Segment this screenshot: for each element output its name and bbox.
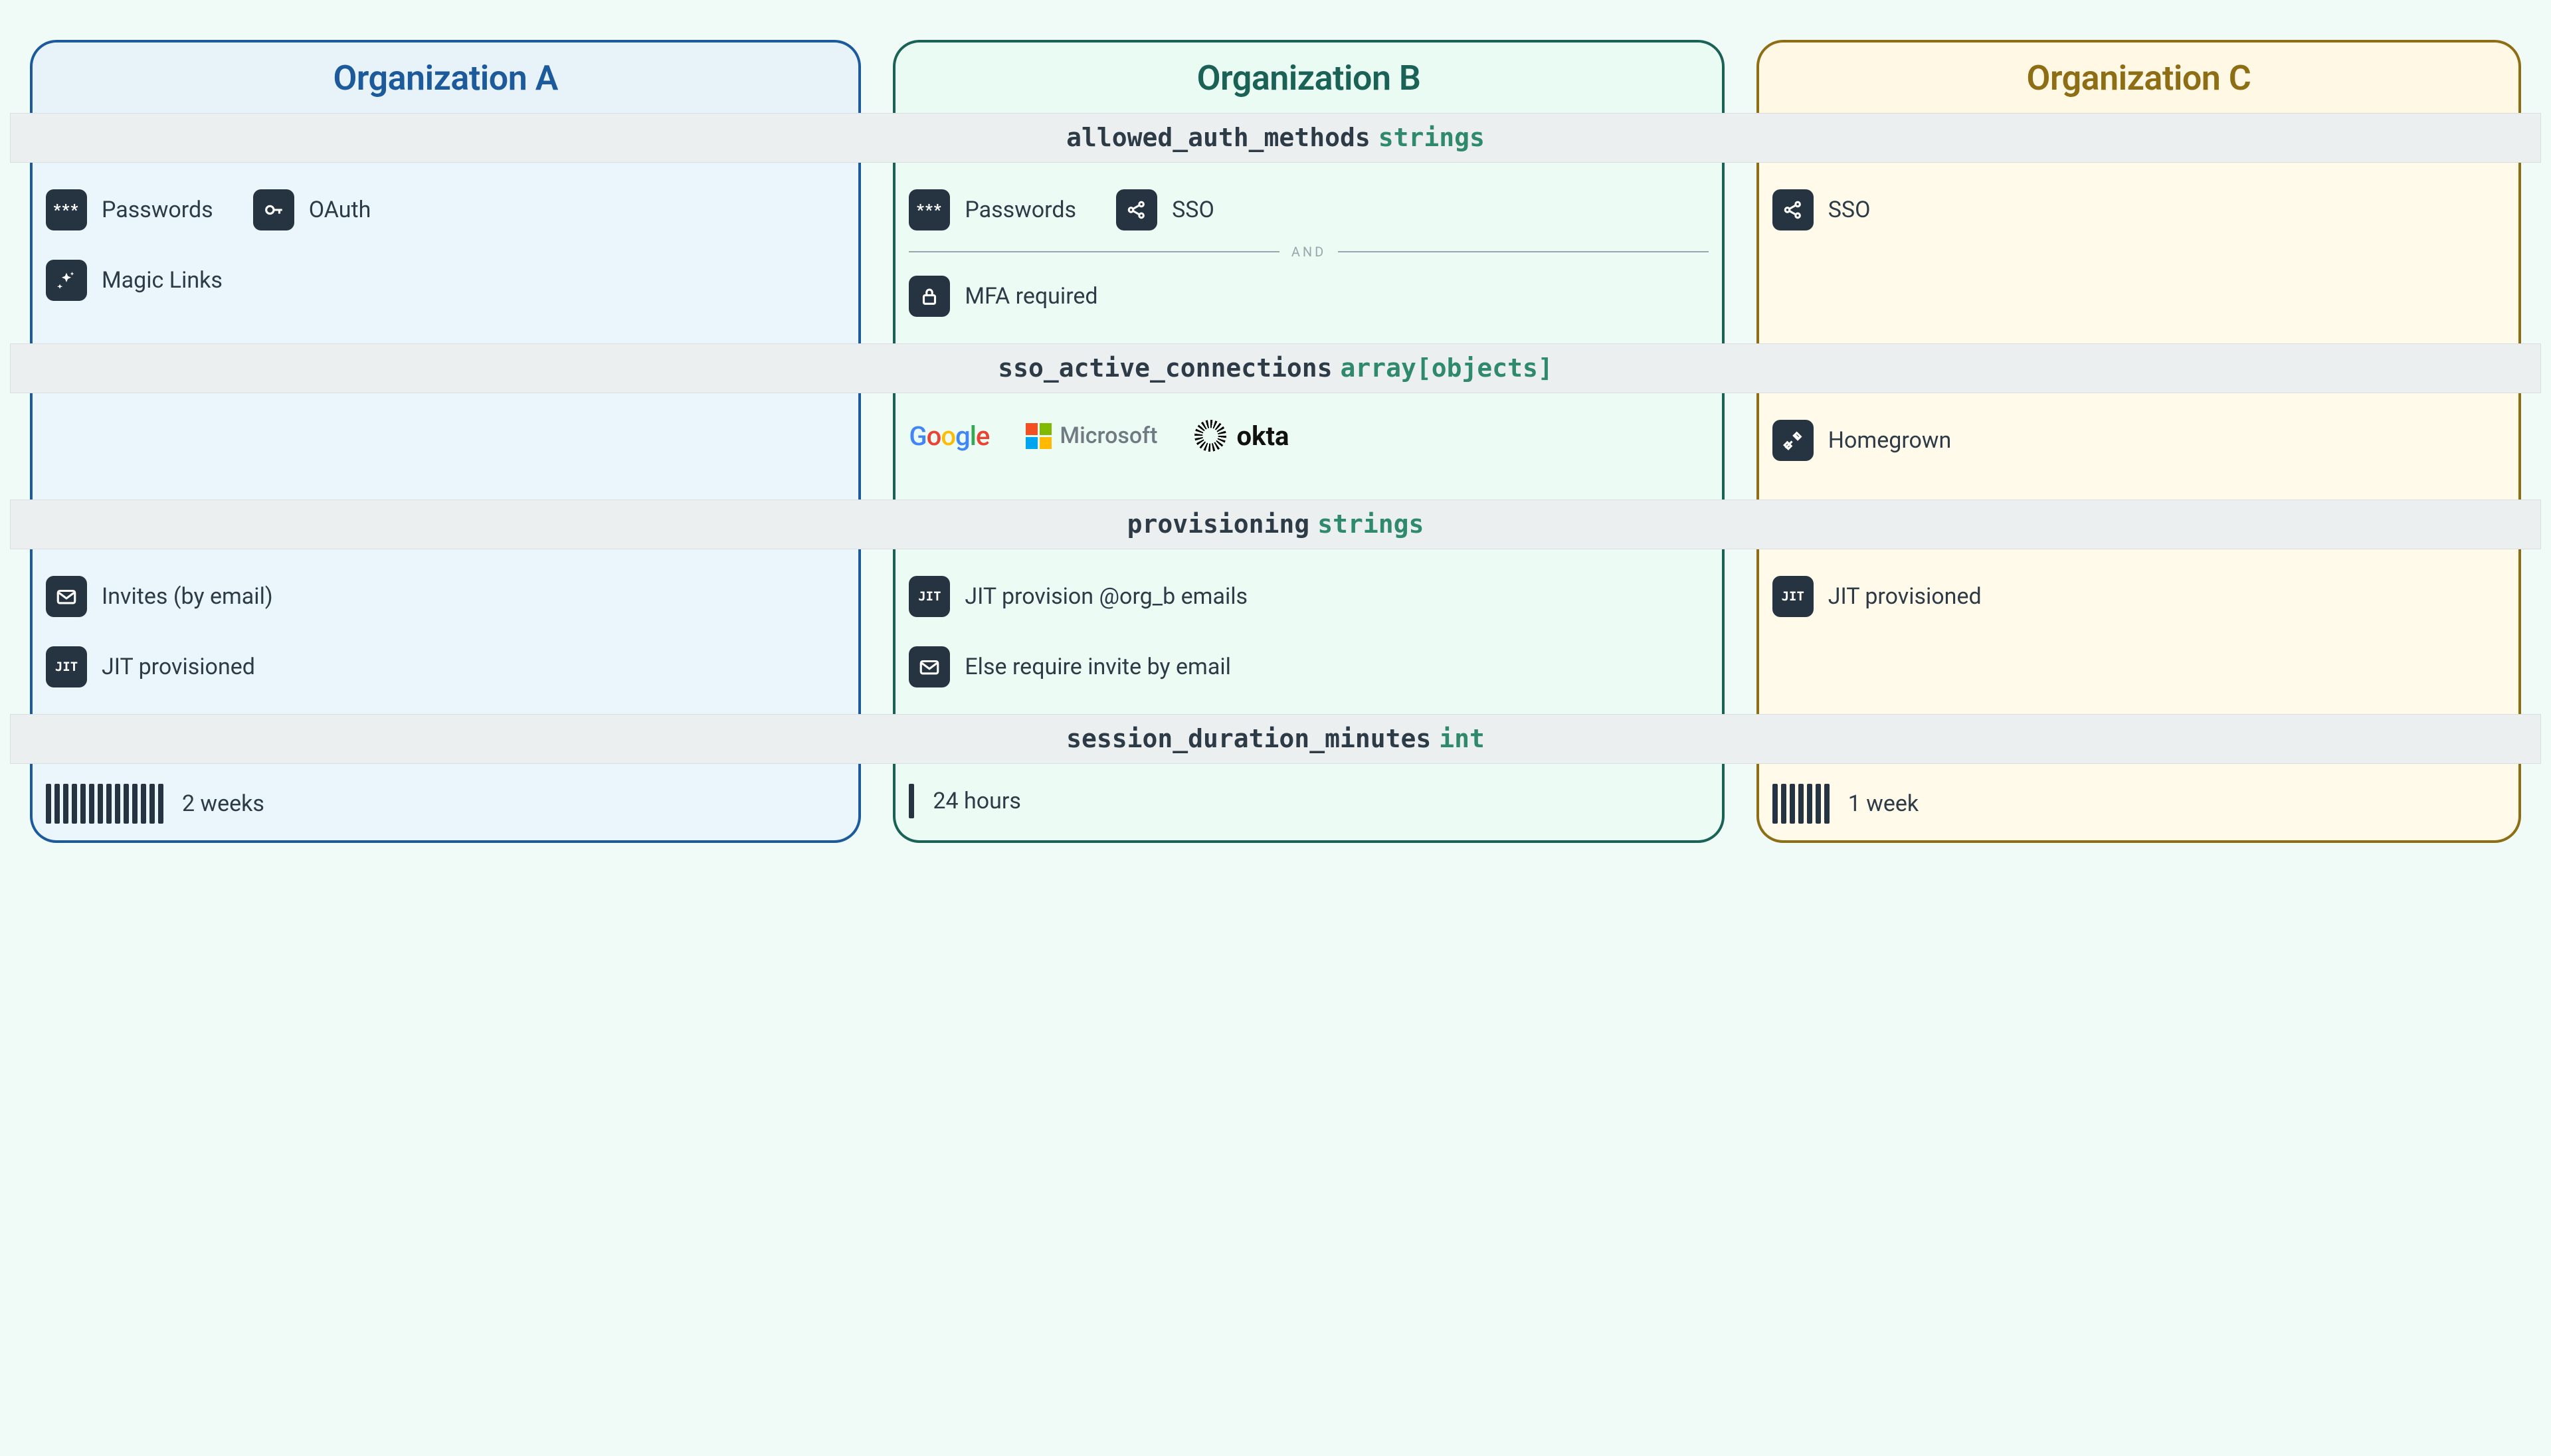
method-oauth: OAuth <box>253 189 413 230</box>
prov-invites: Invites (by email) <box>46 576 845 617</box>
prov-else-invite: Else require invite by email <box>909 646 1708 687</box>
connection-okta: okta <box>1194 420 1289 452</box>
sso-cell-a <box>30 393 861 500</box>
method-magic-links: Magic Links <box>46 260 223 301</box>
prov-jit-orgb: JIT JIT provision @org_b emails <box>909 576 1708 617</box>
org-comparison-grid: Organization A Organization B Organizati… <box>30 40 2521 843</box>
auth-cell-a: *** Passwords OAuth Magic Links <box>30 163 861 343</box>
password-icon: *** <box>909 189 950 230</box>
sso-cell-b: Google Microsoft okta <box>893 393 1724 500</box>
prov-jit: JIT JIT provisioned <box>1772 576 2505 617</box>
password-icon: *** <box>46 189 87 230</box>
method-passwords: *** Passwords <box>909 189 1076 230</box>
mail-icon <box>909 646 950 687</box>
prov-cell-c: JIT JIT provisioned <box>1756 549 2521 714</box>
google-logo-icon: Google <box>909 420 989 452</box>
okta-logo-icon <box>1194 420 1226 452</box>
connection-homegrown: Homegrown <box>1772 420 1952 461</box>
connection-google: Google <box>909 420 989 452</box>
duration-one-week: 1 week <box>1772 784 2505 824</box>
share-icon <box>1772 189 1814 230</box>
session-cell-a: 2 weeks <box>30 764 861 843</box>
section-header-session: session_duration_minutesint <box>10 714 2541 764</box>
section-header-sso: sso_active_connectionsarray[objects] <box>10 343 2541 393</box>
microsoft-logo-icon <box>1026 423 1052 449</box>
mail-icon <box>46 576 87 617</box>
method-sso: SSO <box>1116 189 1276 230</box>
auth-cell-c: SSO <box>1756 163 2521 343</box>
method-sso: SSO <box>1772 189 1932 230</box>
tab-org-b: Organization B <box>893 40 1724 113</box>
duration-two-weeks: 2 weeks <box>46 784 845 824</box>
section-header-auth: allowed_auth_methodsstrings <box>10 113 2541 163</box>
jit-icon: JIT <box>46 646 87 687</box>
lock-icon <box>909 276 950 317</box>
key-icon <box>253 189 294 230</box>
sso-cell-c: Homegrown <box>1756 393 2521 500</box>
jit-icon: JIT <box>909 576 950 617</box>
tools-icon <box>1772 420 1814 461</box>
tab-org-a: Organization A <box>30 40 861 113</box>
connection-microsoft: Microsoft <box>1026 422 1157 449</box>
auth-cell-b: *** Passwords SSO AND MFA required <box>893 163 1724 343</box>
tab-org-c: Organization C <box>1756 40 2521 113</box>
prov-jit: JIT JIT provisioned <box>46 646 845 687</box>
share-icon <box>1116 189 1157 230</box>
prov-cell-a: Invites (by email) JIT JIT provisioned <box>30 549 861 714</box>
prov-cell-b: JIT JIT provision @org_b emails Else req… <box>893 549 1724 714</box>
section-header-provisioning: provisioningstrings <box>10 500 2541 549</box>
session-cell-c: 1 week <box>1756 764 2521 843</box>
method-mfa: MFA required <box>909 276 1097 317</box>
duration-24-hours: 24 hours <box>909 784 1708 818</box>
method-passwords: *** Passwords <box>46 189 213 230</box>
and-separator: AND <box>909 244 1708 260</box>
sparkles-icon <box>46 260 87 301</box>
session-cell-b: 24 hours <box>893 764 1724 843</box>
jit-icon: JIT <box>1772 576 1814 617</box>
